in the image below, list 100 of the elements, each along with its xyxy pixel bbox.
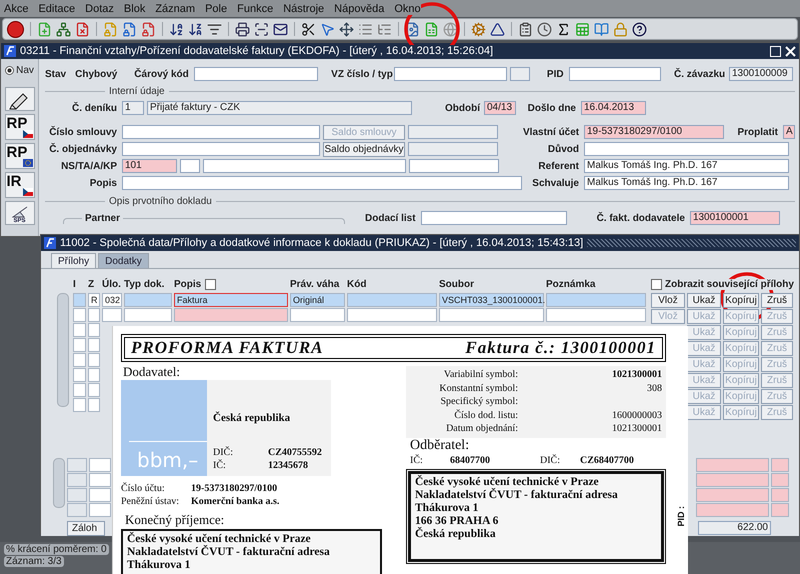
nav-radio[interactable]: Nav [5,65,34,76]
input-field[interactable] [408,142,498,156]
input-field[interactable]: A [783,125,795,139]
table-cell[interactable] [124,308,172,322]
input-field[interactable]: 19-5373180297/0100 [584,125,724,139]
document-lock-icon[interactable] [122,22,137,36]
input-field[interactable]: 1300100009 [728,67,793,81]
scroll-bar[interactable] [57,293,69,407]
nav-button[interactable]: RP [4,114,34,140]
action-button[interactable]: Vlož [651,293,685,308]
input-field[interactable]: 16.04.2013 [581,101,646,115]
table-cell[interactable] [696,503,769,517]
input-field[interactable]: 04/13 [484,101,516,115]
table-cell[interactable]: R [88,293,100,307]
table-cell[interactable] [174,308,288,322]
table-cell[interactable] [696,488,769,502]
pen-tool-button[interactable] [4,87,34,111]
input-field[interactable]: 101 [122,159,177,173]
scanner-icon[interactable] [254,22,269,36]
tree-icon[interactable] [56,22,71,36]
action-button[interactable]: Zruš [761,293,793,308]
sort-ascending-icon[interactable] [169,22,184,36]
table-cell[interactable] [89,488,111,502]
menu-item[interactable]: Akce [4,2,28,14]
list-icon[interactable] [358,22,373,36]
table-cell[interactable]: Originál [290,293,345,307]
table-cell[interactable] [73,398,86,412]
input-field[interactable]: 1300100001 [690,211,780,225]
table-cell[interactable] [88,338,100,352]
close-icon[interactable] [785,46,796,56]
action-button[interactable]: Kopíruj [723,293,759,308]
list-tree-icon[interactable] [377,22,392,36]
restore-icon[interactable] [770,46,781,56]
table-cell[interactable] [771,503,789,517]
input-field[interactable] [584,142,789,156]
table-cell[interactable] [88,398,100,412]
table-cell[interactable] [771,488,789,502]
input-field[interactable] [394,67,508,81]
table-cell[interactable] [88,353,100,367]
document-x-icon[interactable] [75,22,90,36]
input-field[interactable] [568,67,661,81]
tab[interactable]: Přílohy [51,253,96,268]
input-field[interactable]: 1 [122,101,144,115]
table-cell[interactable] [73,323,86,337]
clock-icon[interactable] [537,22,552,36]
table-cell[interactable] [89,503,111,517]
table-cell[interactable] [546,293,646,307]
table-cell[interactable] [67,503,87,517]
filter-icon[interactable] [207,22,222,36]
tab[interactable]: Dodatky [98,253,149,268]
move-icon[interactable] [339,22,354,36]
menu-item[interactable]: Okno [394,2,421,14]
table-cell[interactable] [439,308,544,322]
menu-item[interactable]: Editace [38,2,76,14]
sort-descending-icon[interactable] [188,22,203,36]
backup-button[interactable]: Záloh [67,521,105,536]
input-field[interactable] [194,67,318,81]
table-cell[interactable] [696,473,769,487]
menu-item[interactable]: Záznam [155,2,196,14]
nav-button[interactable]: IR [4,172,34,198]
table-cell[interactable]: Faktura [174,293,288,307]
input-field[interactable] [122,142,320,156]
action-button[interactable]: Ukaž [687,293,721,308]
checkbox[interactable] [651,279,662,290]
envelope-icon[interactable] [273,22,288,36]
scroll-bar[interactable] [53,458,65,508]
table-cell[interactable] [290,308,345,322]
menu-item[interactable]: Funkce [237,2,274,14]
table-cell[interactable] [73,353,86,367]
menu-item[interactable]: Dotaz [85,2,114,14]
table-cell[interactable] [67,473,87,487]
checkbox[interactable] [205,279,216,290]
globe-icon[interactable] [443,22,458,36]
table-cell[interactable] [88,383,100,397]
table-cell[interactable] [67,488,87,502]
document-lock-icon[interactable] [141,22,156,36]
table-cell[interactable] [73,308,86,322]
table-cell[interactable] [771,473,789,487]
table-cell[interactable] [347,308,437,322]
table-cell[interactable] [89,473,111,487]
table-cell[interactable] [73,368,86,382]
table-cell[interactable] [546,308,646,322]
saldo-button[interactable]: Saldo objednávky [323,142,405,156]
table-cell[interactable] [89,458,111,472]
table-cell[interactable]: VSCHT033_1300100001. [439,293,544,307]
table-cell[interactable]: 032 [102,293,122,307]
clipboard-icon[interactable] [518,22,533,36]
input-field[interactable] [409,159,499,173]
input-field[interactable] [180,159,200,173]
printer-icon[interactable] [235,22,250,36]
scissors-icon[interactable] [301,22,316,36]
triangle-icon[interactable] [490,22,505,36]
menu-item[interactable]: Blok [124,2,146,14]
input-field[interactable]: Přijaté faktury - CZK [147,101,412,115]
document-icon[interactable] [424,22,439,36]
input-field[interactable] [408,125,498,139]
menu-item[interactable]: Pole [205,2,228,14]
menu-item[interactable]: Nástroje [283,2,324,14]
input-field[interactable]: Malkus Tomáš Ing. Ph.D. 167 [584,176,789,190]
menu-item[interactable]: Nápověda [334,2,384,14]
